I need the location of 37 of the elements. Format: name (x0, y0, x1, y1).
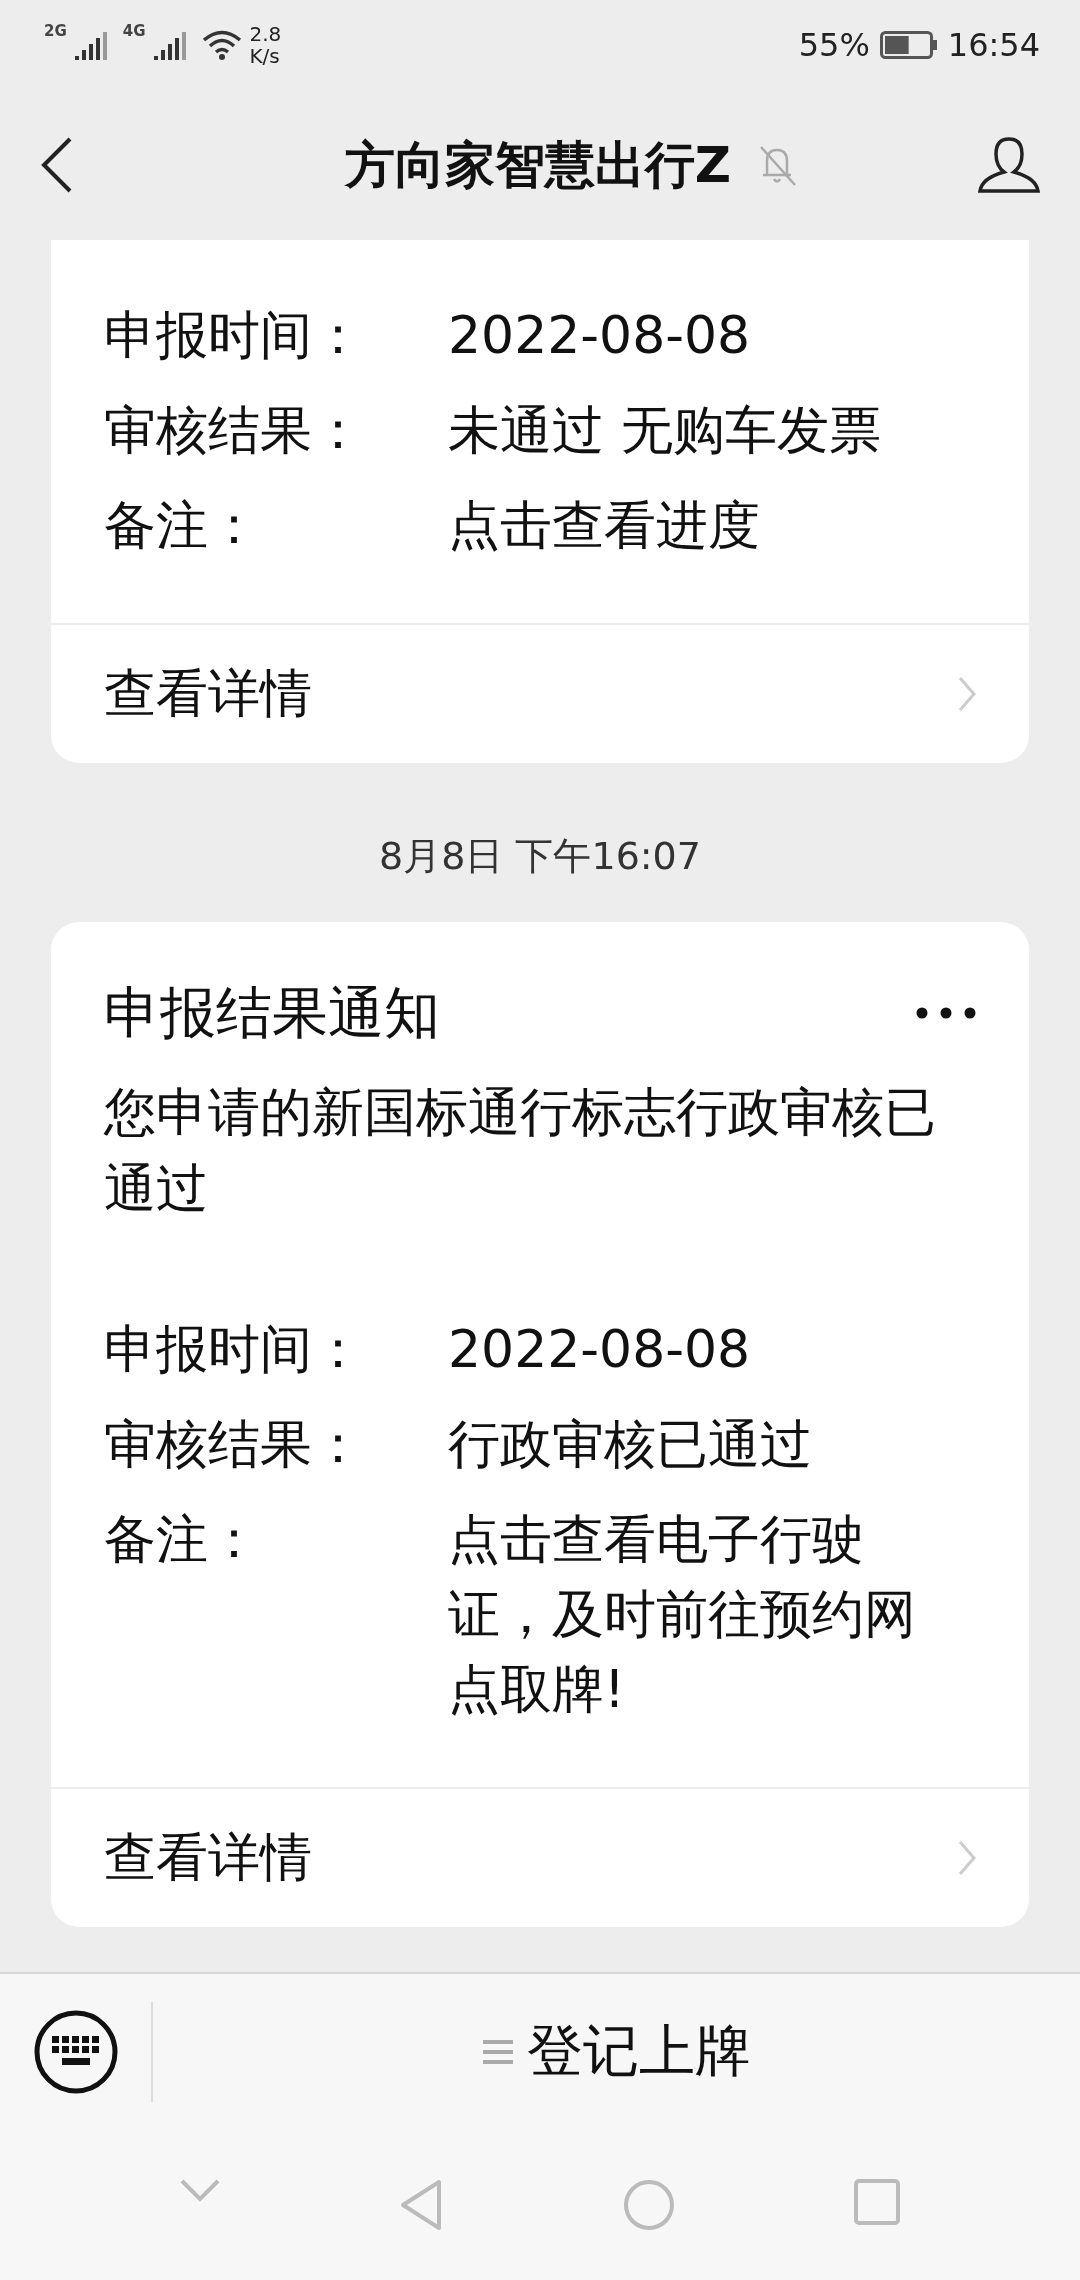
field-value: 2022-08-08 (448, 304, 752, 367)
chevron-right-icon (958, 676, 976, 712)
card-title: 申报结果通知 (104, 980, 440, 1046)
field-value: 点击查看进度 (448, 494, 761, 557)
field-label: 备注： (104, 494, 261, 557)
battery-percent: 55% (798, 26, 870, 64)
field-label: 申报时间： (104, 304, 365, 367)
field-label: 备注： (104, 1508, 261, 1571)
field-value: 未通过 无购车发票 (448, 399, 882, 462)
back-icon[interactable] (40, 137, 74, 193)
card-description: 您申请的新国标通行标志行政审核已通过 (104, 1081, 937, 1220)
view-details-link[interactable]: 查看详情 (51, 1787, 1029, 1927)
battery-icon (879, 31, 938, 59)
field-value: 点击查看电子行驶证，及时前往预约网点取牌! (448, 1508, 917, 1721)
signal-icon (153, 30, 188, 60)
field-label: 审核结果： (104, 1413, 365, 1476)
network-type-label: 4G (122, 22, 146, 40)
more-icon[interactable] (916, 1007, 976, 1019)
field-label: 审核结果： (104, 399, 365, 462)
chat-title: 方向家智慧出行Z (344, 134, 732, 196)
view-details-label: 查看详情 (104, 662, 312, 725)
clock-time: 16:54 (947, 26, 1040, 64)
speed-unit: K/s (249, 45, 281, 67)
network-type-label: 2G (44, 22, 67, 40)
speed-value: 2.8 (249, 23, 282, 45)
message-timestamp: 8月8日 下午16:07 (379, 834, 701, 878)
field-value: 行政审核已通过 (448, 1413, 813, 1476)
menu-icon (482, 2040, 513, 2064)
wifi-icon (201, 29, 242, 61)
keyboard-icon[interactable] (32, 2009, 119, 2095)
view-details-link[interactable]: 查看详情 (51, 623, 1029, 763)
signal-icon (74, 30, 109, 60)
view-details-label: 查看详情 (104, 1826, 312, 1889)
field-label: 申报时间： (104, 1318, 365, 1381)
chevron-right-icon (958, 1840, 976, 1876)
profile-icon[interactable] (978, 136, 1040, 194)
field-value: 2022-08-08 (448, 1318, 752, 1381)
